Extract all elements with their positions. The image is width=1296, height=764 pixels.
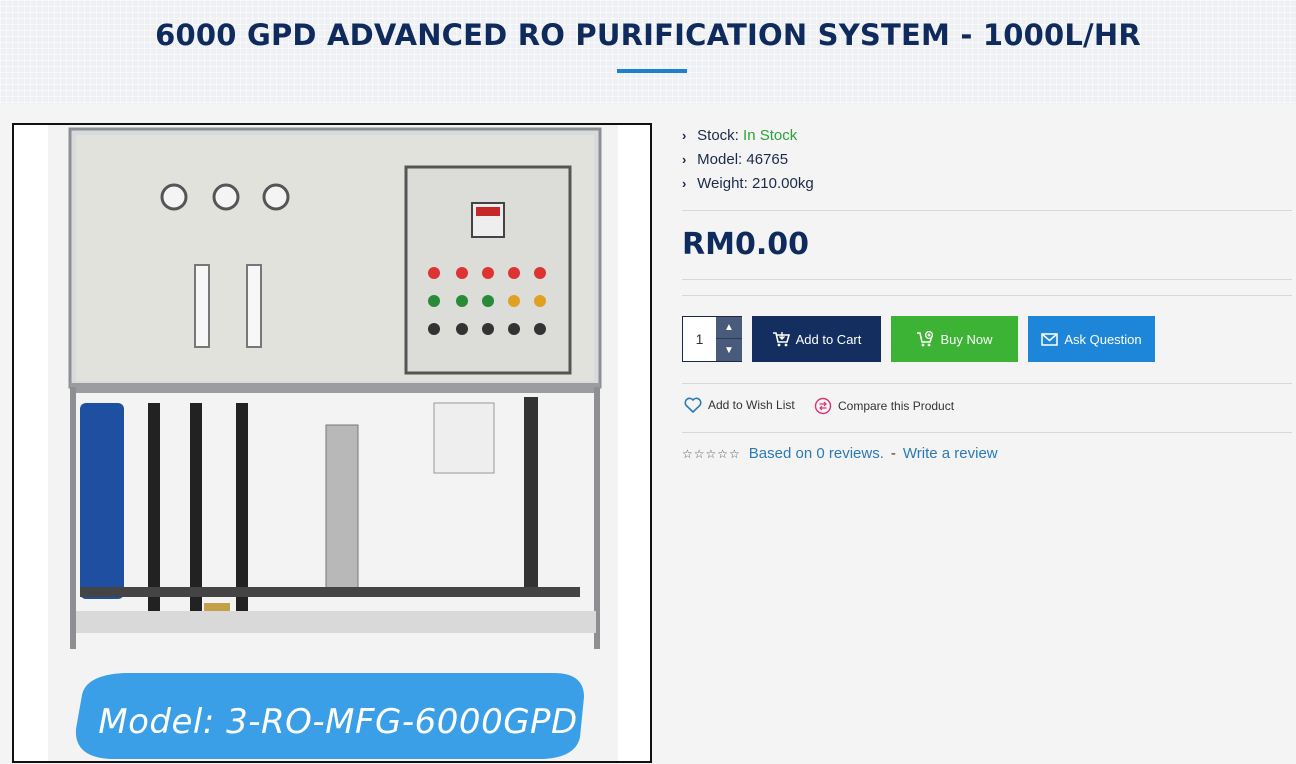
model-caption: Model: 3-RO-MFG-6000GPD xyxy=(98,702,578,742)
machine-photo xyxy=(14,125,650,761)
quantity-stepper: ▲ ▼ xyxy=(682,316,742,362)
review-summary: ☆☆☆☆☆ Based on 0 reviews. - Write a revi… xyxy=(682,445,998,462)
product-info-list: › Stock: In Stock › Model: 46765 › Weigh… xyxy=(682,124,814,196)
envelope-icon xyxy=(1041,332,1059,346)
cart-icon xyxy=(772,332,790,347)
model-label: Model: xyxy=(697,151,743,168)
divider xyxy=(682,295,1292,296)
add-to-cart-button[interactable]: Add to Cart xyxy=(752,316,881,362)
chevron-right-icon: › xyxy=(682,152,687,167)
divider xyxy=(682,432,1292,433)
write-review-link[interactable]: Write a review xyxy=(903,445,998,462)
buy-now-button[interactable]: Buy Now xyxy=(891,316,1018,362)
weight-label: Weight: xyxy=(697,175,748,192)
add-to-wish-list-link[interactable]: Add to Wish List xyxy=(684,397,795,413)
quantity-input[interactable] xyxy=(683,317,716,361)
stock-value: In Stock xyxy=(743,127,798,144)
ask-question-button[interactable]: Ask Question xyxy=(1028,316,1155,362)
divider xyxy=(682,279,1292,280)
chevron-down-icon: ▼ xyxy=(724,344,734,356)
product-image[interactable]: Model: 3-RO-MFG-6000GPD xyxy=(12,123,652,763)
weight-value: 210.00kg xyxy=(751,175,814,192)
rating-stars-icon: ☆☆☆☆☆ xyxy=(682,446,741,461)
stock-label: Stock: xyxy=(697,127,739,144)
chevron-right-icon: › xyxy=(682,176,687,191)
divider xyxy=(682,210,1292,211)
weight-row: › Weight: 210.00kg xyxy=(682,172,814,196)
wish-list-label: Add to Wish List xyxy=(708,398,795,412)
chevron-up-icon: ▲ xyxy=(724,322,734,333)
compare-label: Compare this Product xyxy=(838,399,955,413)
quantity-decrease-button[interactable]: ▼ xyxy=(716,339,742,361)
chevron-right-icon: › xyxy=(682,128,687,143)
title-band xyxy=(0,0,1296,104)
divider xyxy=(682,383,1292,384)
title-underline xyxy=(617,69,687,73)
heart-icon xyxy=(684,397,702,413)
compare-icon xyxy=(814,397,832,415)
reviews-count-link[interactable]: Based on 0 reviews. xyxy=(749,445,884,462)
model-value: 46765 xyxy=(746,151,789,168)
add-to-cart-label: Add to Cart xyxy=(795,331,862,347)
ask-question-label: Ask Question xyxy=(1064,331,1142,347)
page-title: 6000 GPD ADVANCED RO PURIFICATION SYSTEM… xyxy=(155,18,1141,52)
product-price: RM0.00 xyxy=(682,227,809,262)
quantity-increase-button[interactable]: ▲ xyxy=(716,317,742,339)
compare-product-link[interactable]: Compare this Product xyxy=(814,397,954,415)
buy-now-label: Buy Now xyxy=(940,331,993,347)
review-separator: - xyxy=(890,445,896,462)
stock-row: › Stock: In Stock xyxy=(682,124,814,148)
cart-plus-icon xyxy=(917,331,934,347)
model-row: › Model: 46765 xyxy=(682,148,814,172)
